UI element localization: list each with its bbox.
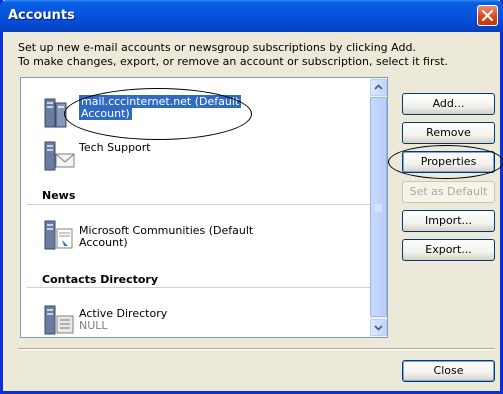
account-name: mail.cccinternet.net (Default Account) — [79, 95, 242, 120]
add-button[interactable]: Add... — [402, 93, 495, 115]
grip-icon — [375, 204, 382, 212]
import-button[interactable]: Import... — [402, 210, 495, 232]
properties-button[interactable]: Properties — [402, 151, 495, 173]
account-status: NULL — [79, 319, 108, 332]
chevron-down-icon — [374, 325, 383, 331]
accounts-list[interactable]: mail.cccinternet.net (Default Account) T… — [20, 77, 388, 338]
chevron-up-icon — [374, 84, 383, 90]
vertical-scrollbar[interactable] — [370, 78, 387, 337]
instructions-line-2: To make changes, export, or remove an ac… — [18, 55, 449, 68]
section-header-contacts-directory: Contacts Directory — [42, 273, 159, 286]
selected-account-line-2: Account) — [79, 107, 132, 120]
close-button[interactable]: Close — [402, 360, 495, 382]
account-item-microsoft-communities[interactable]: Microsoft Communities (Default Account) — [21, 217, 371, 253]
account-name: Active Directory NULL — [79, 308, 167, 332]
account-name-line-2: Account) — [79, 236, 128, 249]
footer-divider — [18, 348, 495, 350]
scroll-down-button[interactable] — [370, 319, 387, 336]
window-title: Accounts — [8, 8, 75, 23]
account-item-mail-cccinternet[interactable]: mail.cccinternet.net (Default Account) — [21, 95, 371, 131]
set-as-default-button[interactable]: Set as Default — [402, 181, 495, 203]
close-window-button[interactable] — [477, 5, 498, 26]
news-server-icon — [44, 220, 73, 250]
section-divider — [27, 204, 370, 205]
mail-server-icon — [44, 141, 75, 171]
scrollbar-thumb[interactable] — [370, 97, 387, 317]
section-divider — [27, 287, 370, 288]
accounts-dialog: Accounts Set up new e-mail accounts or n… — [0, 0, 503, 394]
close-icon — [482, 10, 493, 21]
export-button[interactable]: Export... — [402, 239, 495, 261]
title-bar[interactable]: Accounts — [0, 0, 503, 32]
mail-server-icon — [44, 98, 67, 128]
account-item-active-directory[interactable]: Active Directory NULL — [21, 302, 371, 337]
instructions-text: Set up new e-mail accounts or newsgroup … — [18, 41, 448, 69]
remove-button[interactable]: Remove — [402, 122, 495, 144]
account-item-tech-support[interactable]: Tech Support — [21, 138, 371, 174]
instructions-line-1: Set up new e-mail accounts or newsgroup … — [18, 41, 416, 54]
section-header-news: News — [42, 189, 76, 202]
account-name: Microsoft Communities (Default Account) — [79, 225, 253, 249]
scroll-up-button[interactable] — [370, 79, 387, 96]
directory-server-icon — [44, 305, 74, 335]
account-name: Tech Support — [79, 141, 151, 154]
